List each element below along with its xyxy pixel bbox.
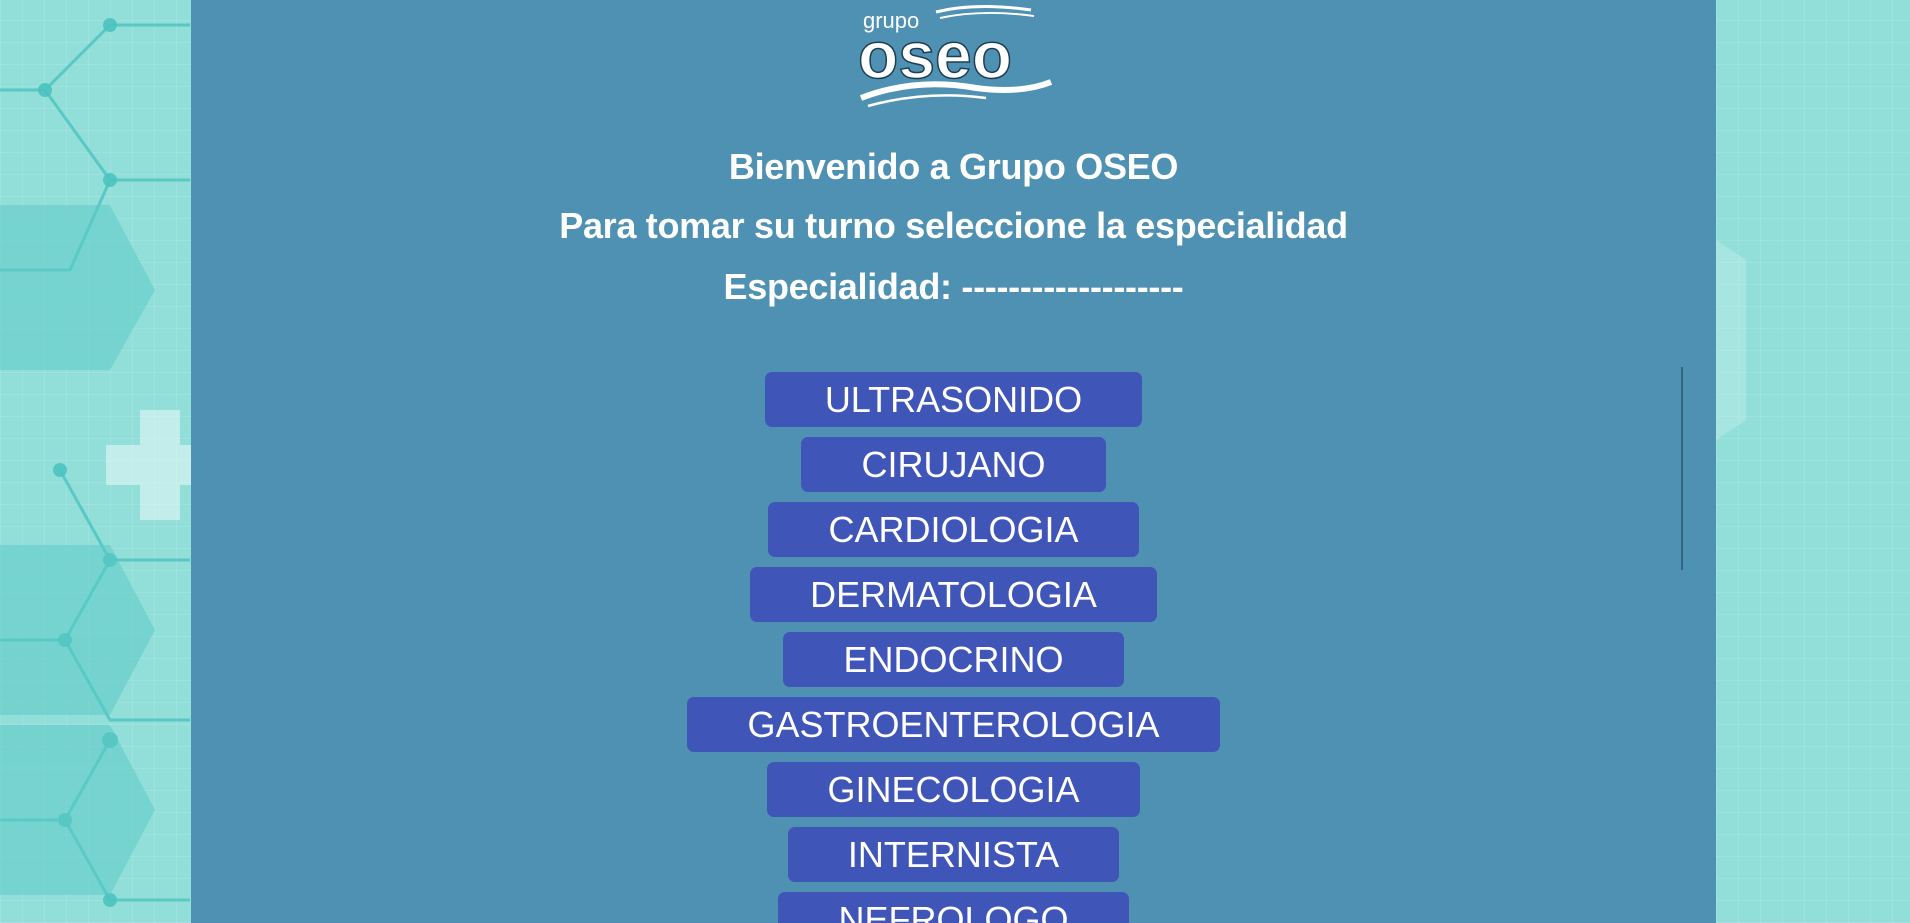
specialty-button-dermatologia[interactable]: DERMATOLOGIA [750, 567, 1157, 622]
specialty-button-cardiologia[interactable]: CARDIOLOGIA [768, 502, 1139, 557]
specialty-button-ginecologia[interactable]: GINECOLOGIA [767, 762, 1140, 817]
welcome-heading: Bienvenido a Grupo OSEO [728, 146, 1179, 187]
specialty-button-cirujano[interactable]: CIRUJANO [801, 437, 1106, 492]
specialty-button-gastroenterologia[interactable]: GASTROENTEROLOGIA [687, 697, 1220, 752]
instruction-heading: Para tomar su turno seleccione la especi… [559, 205, 1348, 246]
specialty-button-nefrologo[interactable]: NEFROLOGO [778, 892, 1129, 923]
grupo-oseo-logo: grupo oseo [857, 4, 1053, 108]
grid-pattern [1716, 240, 1746, 440]
background-right-decoration [1716, 0, 1910, 923]
selected-specialty-label: Especialidad: ------------------- [723, 266, 1184, 307]
specialty-button-list: ULTRASONIDO CIRUJANO CARDIOLOGIA DERMATO… [191, 372, 1716, 923]
specialty-button-endocrino[interactable]: ENDOCRINO [783, 632, 1124, 687]
specialty-button-ultrasonido[interactable]: ULTRASONIDO [764, 372, 1143, 427]
svg-text:oseo: oseo [858, 18, 1012, 92]
scrollbar[interactable] [1681, 367, 1683, 570]
background-left-decoration [0, 0, 191, 923]
specialty-button-internista[interactable]: INTERNISTA [787, 827, 1120, 882]
main-panel: grupo oseo Bienvenido a Grupo OSEO Para … [191, 0, 1716, 923]
hexagon-pattern [0, 18, 191, 907]
